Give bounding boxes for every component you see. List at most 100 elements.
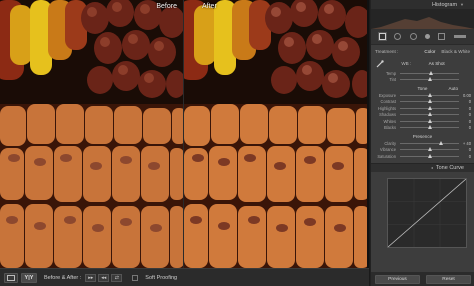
tone-curve-plot [387,178,467,247]
soft-proofing-checkbox[interactable] [132,274,139,281]
tone-slider-label: Shadows [379,112,396,118]
treatment-row: Treatment : Color Black & White [371,45,474,57]
wb-label: WB : [401,61,412,66]
slider-thumb[interactable] [428,70,433,75]
slider-thumb[interactable] [427,112,432,117]
presence-slider-row: Saturation 0 [371,153,474,160]
expand-triangle-icon: ◂ [430,165,433,170]
tone-slider-row: Blacks 0 [371,125,474,132]
presence-slider-track[interactable] [400,147,459,152]
previous-button[interactable]: Previous [375,274,420,284]
presence-slider-value[interactable]: + 40 [461,141,471,146]
corn-photo-before [0,0,183,268]
slider-thumb[interactable] [427,92,432,97]
wb-slider-label: Temp [385,70,396,76]
spot-removal-icon[interactable] [394,33,402,40]
slider-thumb[interactable] [427,153,432,158]
tone-slider-label: Blacks [383,125,396,131]
presence-label: Presence [412,134,433,139]
tone-curve-title: Tone Curve [435,164,464,171]
tone-slider-track[interactable] [400,118,459,123]
collapse-triangle-icon: ▼ [460,2,464,7]
treatment-color-option[interactable]: Color [424,49,435,54]
before-after-view-button[interactable]: Y|Y [21,272,37,283]
tone-slider-value[interactable]: 0 [461,99,471,104]
slider-thumb[interactable] [427,147,432,152]
presence-header: Presence [371,133,474,140]
slider-thumb[interactable] [427,125,432,130]
wb-sliders: Temp Tint [371,70,474,83]
wb-preset-select[interactable]: As Shot [429,61,445,66]
histogram-title: Histogram [431,1,458,8]
copy-before-to-after-button[interactable]: ▸▸ [85,273,97,282]
crop-tool-icon[interactable] [379,33,387,40]
tool-strip [371,29,474,45]
wb-slider-label: Tint [389,77,396,83]
treatment-label: Treatment : [375,49,399,54]
tone-slider-value[interactable]: 0.00 [461,93,471,98]
before-label: Before [156,3,177,10]
slider-thumb[interactable] [439,140,444,145]
soft-proofing-label: Soft Proofing [145,274,178,281]
presence-slider-label: Clarity [384,140,396,146]
histogram [371,9,474,29]
presence-sliders: Clarity + 40 Vibrance 0 Saturation 0 [371,140,474,160]
tone-label: Tone [417,86,428,91]
adjustment-brush-icon[interactable] [453,35,466,38]
tone-slider-label: Whites [383,118,396,124]
tone-slider-label: Contrast [380,99,396,105]
before-photo[interactable]: Before [0,0,183,268]
after-photo[interactable]: After [184,0,367,268]
eyedropper-icon[interactable] [375,59,384,68]
copy-after-to-before-button[interactable]: ◂◂ [98,273,110,282]
tone-sliders: Exposure 0.00 Contrast 0 Highlights 0 Shadows 0… [371,92,474,131]
treatment-bw-option[interactable]: Black & White [441,49,470,54]
loupe-view-button[interactable] [4,272,18,283]
tone-auto-button[interactable]: Auto [449,86,458,91]
develop-panel: Histogram ▼ Treatment : Color Black & Wh… [370,0,474,286]
presence-slider-track[interactable] [400,153,459,158]
tone-curve-header[interactable]: ◂ Tone Curve [371,162,474,172]
slider-thumb[interactable] [427,105,432,110]
wb-slider-track[interactable] [400,77,459,82]
tone-curve-line [387,178,467,247]
presence-slider-value[interactable]: 0 [461,154,471,159]
arrow-right-icon: ▸▸ [88,274,94,281]
after-label: After [202,3,217,10]
reset-button[interactable]: Reset [426,274,471,284]
tone-slider-value[interactable]: 0 [461,125,471,130]
corn-photo-after [184,0,367,268]
tone-slider-track[interactable] [400,105,459,110]
swap-before-after-button[interactable]: ⇄ [111,273,123,282]
red-eye-icon[interactable] [409,33,417,40]
tone-slider-value[interactable]: 0 [461,119,471,124]
graduated-filter-icon[interactable] [425,34,431,39]
wb-slider-track[interactable] [400,70,459,75]
tone-slider-track[interactable] [400,125,459,130]
tone-slider-track[interactable] [400,99,459,104]
slider-thumb[interactable] [427,118,432,123]
tone-slider-track[interactable] [400,92,459,97]
before-after-label: Before & After : [44,274,82,281]
tone-slider-label: Exposure [378,92,396,98]
white-balance-row: WB : As Shot [371,57,474,70]
radial-filter-icon[interactable] [438,33,446,40]
image-viewer[interactable]: Before After [0,0,369,268]
slider-thumb[interactable] [427,77,432,82]
presence-slider-label: Vibrance [379,147,396,153]
bottom-toolbar: Y|Y Before & After : ▸▸ ◂◂ ⇄ Soft Proofi… [0,268,369,286]
histogram-graph [371,17,474,29]
loupe-view-icon [7,274,15,281]
histogram-header[interactable]: Histogram ▼ [371,0,474,9]
presence-slider-label: Saturation [377,153,396,159]
tone-slider-value[interactable]: 0 [461,112,471,117]
tone-curve-graph[interactable] [387,177,467,248]
eyedropper-shape [376,59,384,67]
tone-slider-track[interactable] [400,112,459,117]
presence-slider-value[interactable]: 0 [461,147,471,152]
presence-slider-track[interactable] [400,140,459,145]
arrow-left-icon: ◂◂ [101,274,107,281]
wb-slider-row: Tint [371,77,474,84]
slider-thumb[interactable] [427,99,432,104]
tone-slider-value[interactable]: 0 [461,106,471,111]
